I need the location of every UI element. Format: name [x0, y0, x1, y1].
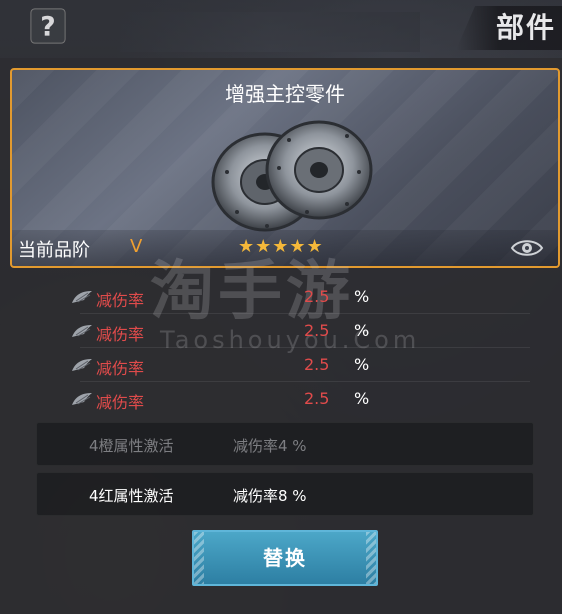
stat-unit: %	[354, 321, 370, 340]
stat-value: 2.5	[304, 287, 330, 306]
stat-name: 减伤率	[96, 291, 145, 310]
set-bonus-effect: 减伤率8 %	[233, 487, 307, 505]
stat-value: 2.5	[304, 355, 330, 374]
wing-icon	[72, 359, 92, 371]
divider	[80, 347, 530, 348]
eye-icon[interactable]	[510, 236, 544, 260]
stat-value: 2.5	[304, 389, 330, 408]
header-bar: ? 部件	[0, 0, 562, 58]
stat-name: 减伤率	[96, 325, 145, 344]
part-card: 增强主控零件 当前品阶 V ★★★★★	[10, 68, 560, 268]
rank-value: V	[130, 236, 143, 257]
question-mark-icon: ?	[30, 8, 66, 44]
stat-name: 减伤率	[96, 393, 145, 412]
part-name: 增强主控零件	[225, 82, 345, 106]
stat-unit: %	[354, 287, 370, 306]
brake-disc-icon	[211, 120, 373, 232]
svg-text:?: ?	[40, 12, 55, 43]
stat-row: 减伤率 2.5 %	[70, 351, 369, 381]
set-bonus-row: 4红属性激活 减伤率8 %	[36, 472, 534, 516]
wing-icon	[72, 393, 92, 405]
stat-row: 减伤率 2.5 %	[70, 283, 369, 313]
wing-icon	[72, 291, 92, 303]
stat-unit: %	[354, 389, 370, 408]
set-bonus-effect: 减伤率4 %	[233, 437, 307, 455]
wing-icon	[72, 325, 92, 337]
rank-label: 当前品阶	[18, 240, 90, 261]
stat-row: 减伤率 2.5 %	[70, 385, 369, 415]
divider	[80, 381, 530, 382]
set-bonus-condition: 4橙属性激活	[89, 437, 174, 455]
replace-button[interactable]: 替换	[192, 530, 378, 586]
stat-unit: %	[354, 355, 370, 374]
stat-value: 2.5	[304, 321, 330, 340]
set-bonus-condition: 4红属性激活	[89, 487, 174, 505]
set-bonus-row: 4橙属性激活 减伤率4 %	[36, 422, 534, 466]
stat-row: 减伤率 2.5 %	[70, 317, 369, 347]
help-button[interactable]: ?	[28, 6, 68, 46]
stat-name: 减伤率	[96, 359, 145, 378]
page-title: 部件	[455, 6, 562, 50]
divider	[80, 313, 530, 314]
